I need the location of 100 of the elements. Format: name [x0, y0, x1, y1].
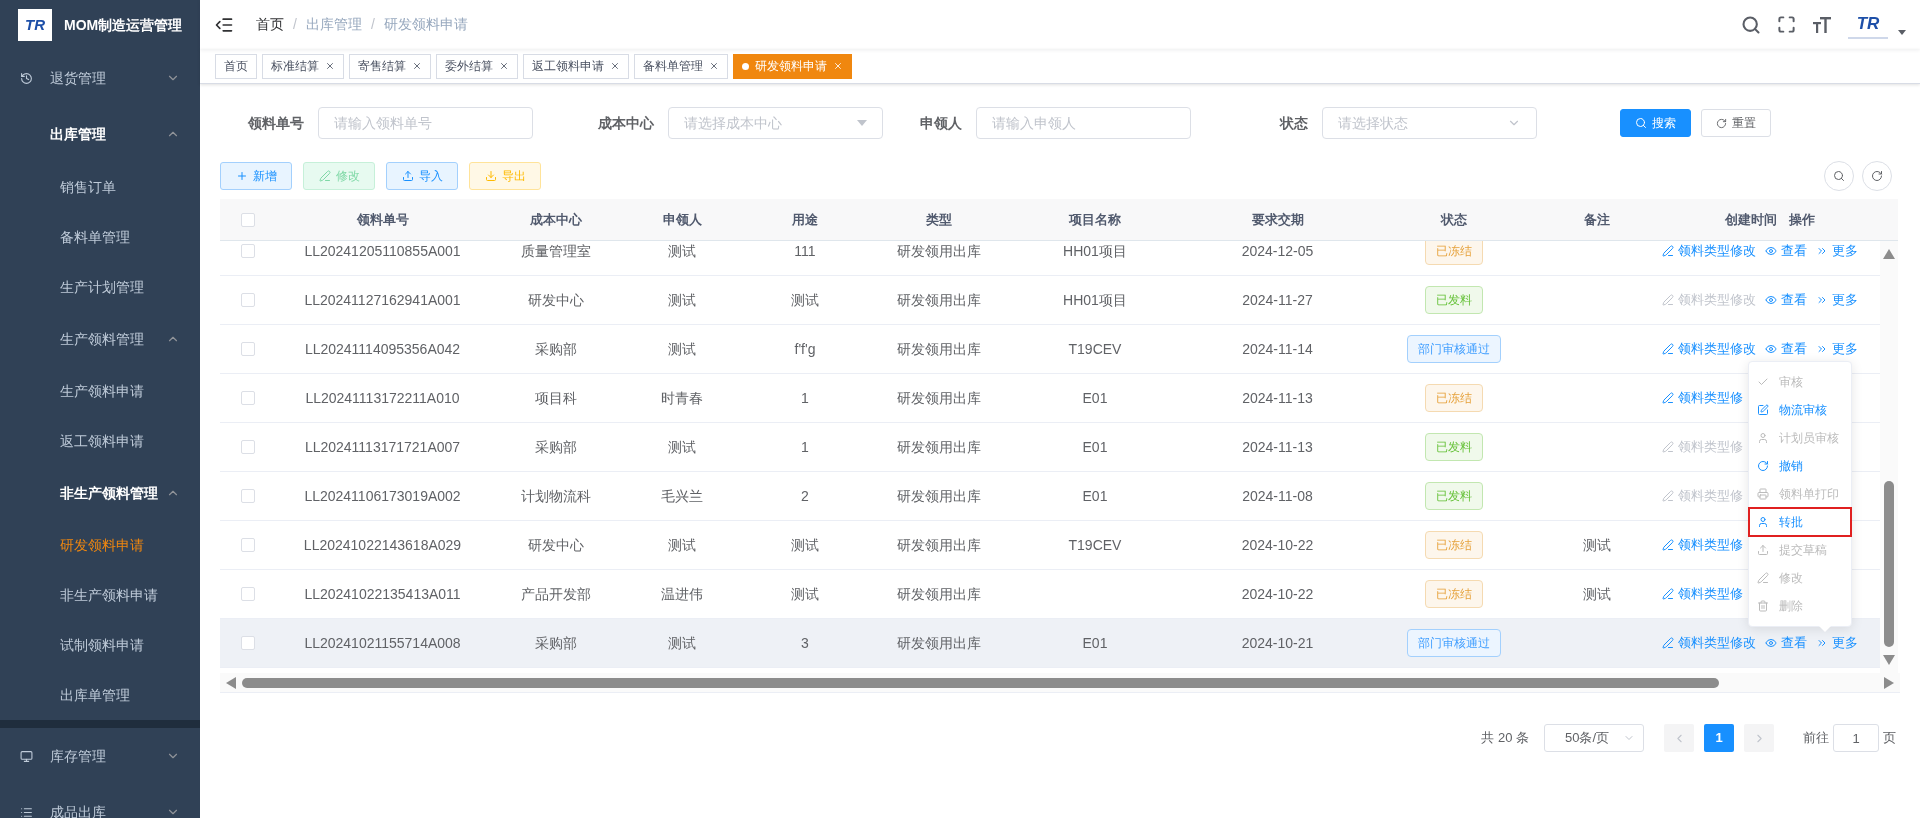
sidebar-item[interactable]: 研发领料申请 — [0, 520, 200, 570]
table-row[interactable]: LL20241021155714A008 采购部 测试 3 研发领用出库 E01 2024-10-21 部门审核通过 领料类型修改 查看 更多 — [220, 619, 1880, 668]
text-size-icon[interactable] — [1812, 14, 1832, 35]
sidebar-item[interactable]: 试制领料申请 — [0, 620, 200, 670]
close-icon[interactable] — [610, 61, 620, 71]
sidebar-item[interactable]: 生产计划管理 — [0, 262, 200, 312]
pencil-icon — [1757, 572, 1769, 584]
close-icon[interactable] — [412, 61, 422, 71]
scroll-down-icon[interactable] — [1883, 655, 1895, 665]
sidebar-item[interactable]: 销售订单 — [0, 162, 200, 212]
tab[interactable]: 标准结算 — [262, 53, 344, 79]
edit-type-link[interactable]: 领料类型修改 — [1662, 339, 1756, 359]
tab[interactable]: 返工领料申请 — [523, 53, 629, 79]
tab[interactable]: 委外结算 — [436, 53, 518, 79]
tab[interactable]: 备料单管理 — [634, 53, 728, 79]
view-link[interactable]: 查看 — [1765, 339, 1807, 359]
import-button[interactable]: 导入 — [386, 162, 458, 190]
select-field[interactable]: 请选择状态 — [1322, 107, 1537, 139]
tab[interactable]: 首页 — [215, 53, 257, 79]
close-icon[interactable] — [833, 61, 843, 71]
sidebar-item[interactable]: 返工领料申请 — [0, 416, 200, 466]
checkbox[interactable] — [240, 636, 255, 650]
checkbox[interactable] — [240, 587, 255, 601]
horizontal-scrollbar[interactable] — [220, 673, 1900, 692]
page-input[interactable]: 1 — [1833, 724, 1879, 752]
tab[interactable]: 研发领料申请 — [733, 53, 852, 79]
fullscreen-icon[interactable] — [1777, 15, 1796, 34]
edit-type-link[interactable]: 领料类型修改 — [1662, 241, 1756, 261]
input-field[interactable]: 请输入申领人 — [976, 107, 1191, 139]
page-button[interactable]: 1 — [1704, 724, 1734, 752]
column-header: 状态 — [1441, 210, 1467, 229]
menu-item[interactable]: 物流审核 — [1749, 396, 1851, 424]
edit-type-link[interactable]: 领料类型修改 — [1662, 633, 1756, 653]
scroll-left-icon[interactable] — [226, 676, 236, 689]
filter-label: 成本中心 — [598, 113, 654, 133]
page-unit: 页 — [1883, 729, 1896, 748]
table-cell-text: 研发领用出库 — [896, 633, 981, 653]
edit-type-link[interactable]: 领料类型修 — [1662, 388, 1743, 408]
view-link[interactable]: 查看 — [1765, 633, 1807, 653]
scrollbar-thumb[interactable] — [1884, 481, 1894, 647]
edit-type-link[interactable]: 领料类型修 — [1662, 584, 1743, 604]
sidebar-item[interactable]: 生产领料管理 — [0, 312, 200, 366]
sidebar-item[interactable]: 库存管理 — [0, 728, 200, 784]
tab[interactable]: 寄售结算 — [349, 53, 431, 79]
table-cell-text: 测试 — [668, 339, 696, 359]
caret-icon — [857, 120, 867, 126]
check-icon — [1757, 376, 1769, 388]
edit-type-link[interactable]: 领料类型修 — [1662, 535, 1743, 555]
search-button[interactable]: 搜索 — [1620, 109, 1691, 137]
status-tag: 已冻结 — [1425, 531, 1483, 559]
checkbox[interactable] — [240, 293, 255, 307]
checkbox[interactable] — [240, 244, 255, 258]
scrollbar-thumb[interactable] — [242, 677, 1719, 688]
close-icon[interactable] — [709, 61, 719, 71]
view-link[interactable]: 查看 — [1765, 290, 1807, 310]
sidebar-item[interactable]: 成品出库 — [0, 784, 200, 818]
download-icon — [484, 170, 497, 182]
reset-button[interactable]: 重置 — [1701, 109, 1771, 137]
double-chevron-icon — [1816, 245, 1828, 257]
scroll-up-icon[interactable] — [1883, 249, 1895, 259]
more-link[interactable]: 更多 — [1816, 290, 1858, 310]
table-cell-text: 2024-11-14 — [1242, 339, 1313, 359]
column-header: 类型 — [925, 210, 952, 229]
add-button[interactable]: 新增 — [220, 162, 292, 190]
table-cell-text: 测试 — [668, 633, 696, 653]
checkbox[interactable] — [240, 538, 255, 552]
scroll-right-icon[interactable] — [1884, 676, 1894, 689]
sidebar-item[interactable]: 非生产领料管理 — [0, 466, 200, 520]
checkbox[interactable] — [240, 212, 255, 227]
close-icon[interactable] — [325, 61, 335, 71]
sidebar-item[interactable]: 出库单管理 — [0, 670, 200, 720]
caret-icon[interactable] — [1898, 30, 1906, 35]
checkbox[interactable] — [240, 342, 255, 356]
sidebar-item[interactable]: 备料单管理 — [0, 212, 200, 262]
breadcrumb-item[interactable]: 首页 — [256, 14, 284, 35]
sidebar-item[interactable]: 出库管理 — [0, 106, 200, 162]
checkbox[interactable] — [240, 391, 255, 405]
search-icon[interactable] — [1741, 14, 1761, 35]
vertical-scrollbar[interactable] — [1880, 241, 1898, 673]
more-link[interactable]: 更多 — [1816, 633, 1858, 653]
page-size-select[interactable]: 50条/页 — [1544, 724, 1644, 752]
sidebar-item[interactable]: 退货管理 — [0, 50, 200, 106]
more-link[interactable]: 更多 — [1816, 339, 1858, 359]
table-row[interactable]: LL20241205110855A001 质量管理室 测试 111 研发领用出库 HH01项目 2024-12-05 已冻结 领料类型修改 查看 更多 — [220, 241, 1880, 276]
table-cell-text: 测试 — [668, 241, 696, 261]
checkbox[interactable] — [240, 489, 255, 503]
view-link[interactable]: 查看 — [1765, 241, 1807, 261]
input-field[interactable]: 请输入领料单号 — [318, 107, 533, 139]
refresh-icon — [1871, 170, 1883, 182]
table-cell-text: 2 — [801, 486, 809, 506]
column-header: 要求交期 — [1251, 210, 1304, 229]
table-cell-text: 研发领用出库 — [896, 241, 981, 261]
sidebar-item[interactable]: 非生产领料申请 — [0, 570, 200, 620]
sidebar-item[interactable]: 生产领料申请 — [0, 366, 200, 416]
more-link[interactable]: 更多 — [1816, 241, 1858, 261]
select-field[interactable]: 请选择成本中心 — [668, 107, 883, 139]
checkbox[interactable] — [240, 440, 255, 454]
column-header: 用途 — [792, 210, 818, 229]
close-icon[interactable] — [499, 61, 509, 71]
status-tag: 已冻结 — [1425, 384, 1483, 412]
